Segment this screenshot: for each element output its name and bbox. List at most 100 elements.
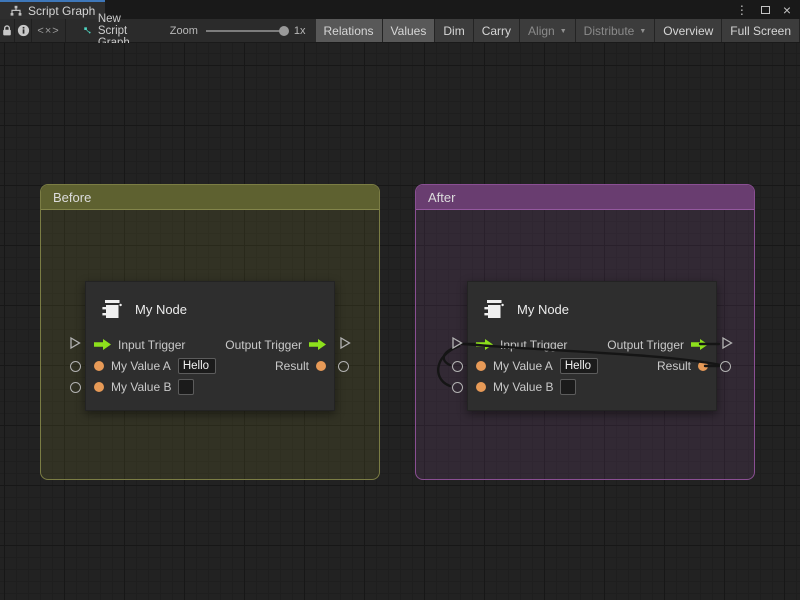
value-port-icon: [94, 382, 104, 392]
distribute-button[interactable]: Distribute ▼: [576, 19, 656, 42]
external-trigger-port-left[interactable]: [68, 336, 82, 350]
node-header: My Node: [468, 282, 716, 332]
result-label: Result: [657, 359, 691, 373]
full-screen-label: Full Screen: [730, 24, 791, 38]
value-b-input[interactable]: [178, 379, 194, 395]
carry-button[interactable]: Carry: [474, 19, 520, 42]
dim-button[interactable]: Dim: [435, 19, 473, 42]
group-after-title: After: [428, 190, 455, 205]
value-a-row: My Value A Hello Result: [468, 355, 716, 376]
input-trigger-label: Input Trigger: [500, 338, 567, 352]
port-my-value-a[interactable]: My Value A Hello: [94, 358, 216, 374]
value-port-icon: [476, 361, 486, 371]
zoom-control: Zoom 1x: [160, 19, 316, 42]
value-port-icon: [476, 382, 486, 392]
graph-canvas[interactable]: Before After My Node Input Trigger: [0, 43, 800, 600]
port-input-trigger[interactable]: Input Trigger: [94, 338, 185, 352]
group-before-title: Before: [53, 190, 91, 205]
window-menu-icon[interactable]: ⋮: [736, 3, 748, 17]
value-port-icon: [94, 361, 104, 371]
code-view-button[interactable]: <×>: [32, 19, 66, 42]
info-button[interactable]: [15, 19, 32, 42]
port-result[interactable]: Result: [275, 359, 326, 373]
distribute-label: Distribute: [584, 24, 635, 38]
my-value-b-label: My Value B: [493, 380, 553, 394]
zoom-level: 1x: [294, 25, 306, 37]
unit-icon: [98, 296, 124, 322]
group-after-header[interactable]: After: [416, 185, 754, 210]
overview-button[interactable]: Overview: [655, 19, 722, 42]
value-port-icon: [698, 361, 708, 371]
full-screen-button[interactable]: Full Screen: [722, 19, 800, 42]
values-label: Values: [391, 24, 427, 38]
maximize-icon[interactable]: [761, 6, 770, 14]
value-b-row: My Value B: [468, 376, 716, 397]
port-input-trigger[interactable]: Input Trigger: [476, 338, 567, 352]
value-a-input[interactable]: Hello: [560, 358, 598, 374]
info-icon: [17, 24, 30, 37]
tab-title: Script Graph: [28, 4, 95, 18]
zoom-label: Zoom: [170, 25, 198, 37]
external-trigger-port-left[interactable]: [450, 336, 464, 350]
external-value-port-left-a[interactable]: [70, 361, 81, 372]
relations-label: Relations: [324, 24, 374, 38]
my-value-b-label: My Value B: [111, 380, 171, 394]
graph-icon: [10, 5, 22, 17]
trigger-arrow-icon: [94, 339, 111, 350]
node-my-node-before[interactable]: My Node Input Trigger Output Trigger My …: [85, 281, 335, 411]
external-value-port-left-b[interactable]: [452, 382, 463, 393]
trigger-arrow-icon: [309, 339, 326, 350]
port-my-value-b[interactable]: My Value B: [476, 379, 576, 395]
value-port-icon: [316, 361, 326, 371]
external-result-port-right[interactable]: [338, 361, 349, 372]
chevron-down-icon: ▼: [639, 27, 646, 35]
dim-label: Dim: [443, 24, 464, 38]
value-b-input[interactable]: [560, 379, 576, 395]
port-output-trigger[interactable]: Output Trigger: [607, 338, 708, 352]
external-value-port-left-b[interactable]: [70, 382, 81, 393]
port-result[interactable]: Result: [657, 359, 708, 373]
values-button[interactable]: Values: [383, 19, 436, 42]
zoom-slider[interactable]: [206, 30, 286, 32]
trigger-arrow-icon: [691, 339, 708, 350]
unit-icon: [480, 296, 506, 322]
my-value-a-label: My Value A: [493, 359, 553, 373]
code-icon: <×>: [37, 25, 59, 37]
trigger-row: Input Trigger Output Trigger: [468, 334, 716, 355]
input-trigger-label: Input Trigger: [118, 338, 185, 352]
close-icon[interactable]: ×: [783, 3, 791, 17]
toolbar-buttons: Relations Values Dim Carry Align▼ Distri…: [316, 19, 800, 42]
new-script-graph-icon: [84, 24, 91, 37]
port-my-value-a[interactable]: My Value A Hello: [476, 358, 598, 374]
output-trigger-label: Output Trigger: [225, 338, 302, 352]
align-button[interactable]: Align▼: [520, 19, 576, 42]
node-ports: Input Trigger Output Trigger My Value A …: [468, 334, 716, 397]
external-value-port-left-a[interactable]: [452, 361, 463, 372]
graph-title: New Script Graph: [66, 19, 160, 42]
port-my-value-b[interactable]: My Value B: [94, 379, 194, 395]
node-title: My Node: [517, 302, 569, 317]
carry-label: Carry: [482, 24, 511, 38]
window-controls: ⋮ ×: [736, 0, 800, 19]
lock-icon: [1, 24, 13, 37]
my-value-a-label: My Value A: [111, 359, 171, 373]
external-trigger-port-right[interactable]: [338, 336, 352, 350]
output-trigger-label: Output Trigger: [607, 338, 684, 352]
trigger-arrow-icon: [476, 339, 493, 350]
node-my-node-after[interactable]: My Node Input Trigger Output Trigger My …: [467, 281, 717, 411]
tab-script-graph[interactable]: Script Graph: [0, 0, 105, 19]
port-output-trigger[interactable]: Output Trigger: [225, 338, 326, 352]
node-title: My Node: [135, 302, 187, 317]
value-b-row: My Value B: [86, 376, 334, 397]
group-before-header[interactable]: Before: [41, 185, 379, 210]
external-result-port-right[interactable]: [720, 361, 731, 372]
zoom-slider-handle[interactable]: [279, 26, 289, 36]
relations-button[interactable]: Relations: [316, 19, 383, 42]
value-a-input[interactable]: Hello: [178, 358, 216, 374]
value-a-row: My Value A Hello Result: [86, 355, 334, 376]
align-label: Align: [528, 24, 555, 38]
node-ports: Input Trigger Output Trigger My Value A …: [86, 334, 334, 397]
external-trigger-port-right[interactable]: [720, 336, 734, 350]
lock-button[interactable]: [0, 19, 15, 42]
trigger-row: Input Trigger Output Trigger: [86, 334, 334, 355]
